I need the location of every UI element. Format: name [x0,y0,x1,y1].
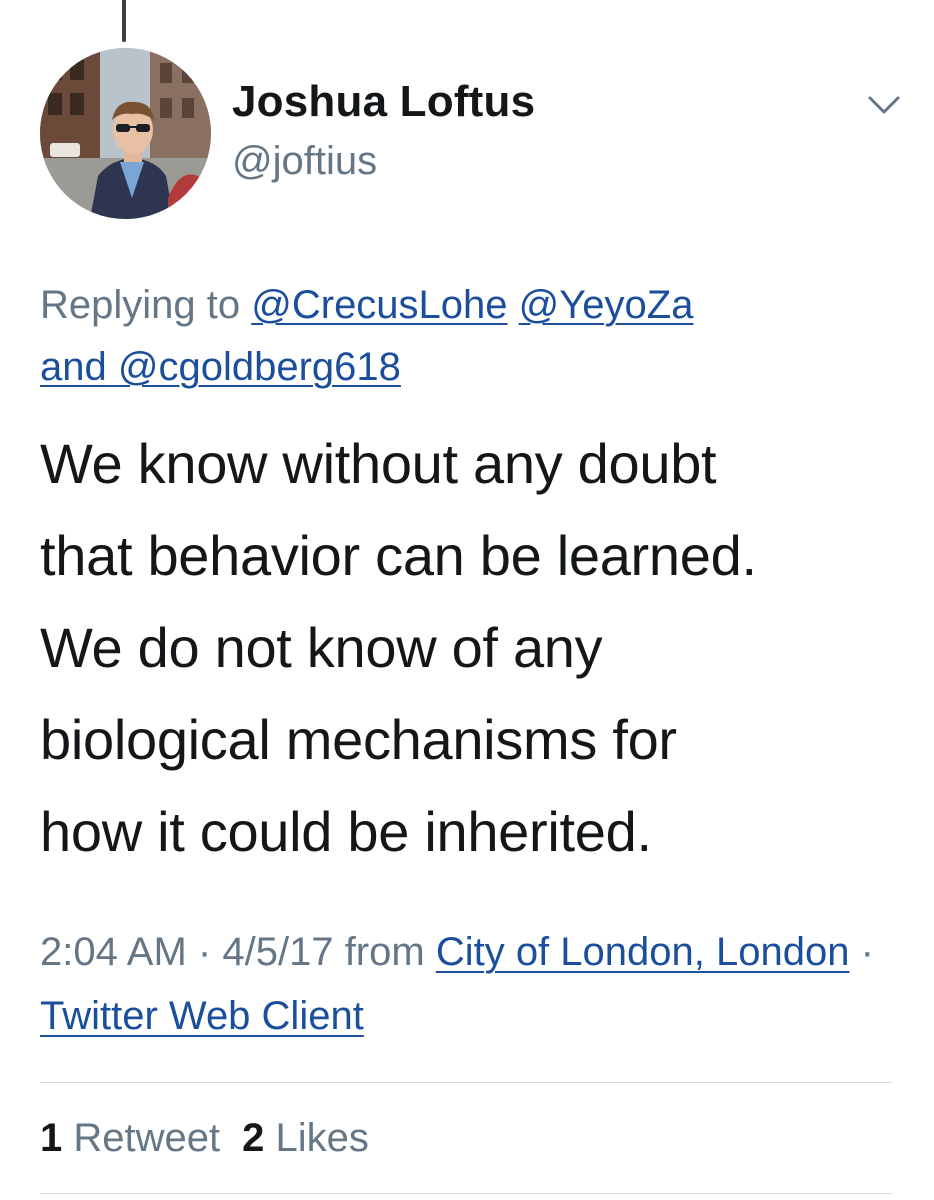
retweets-stat[interactable]: 1 Retweet [40,1116,220,1160]
mention-link[interactable]: @YeyoZa [519,283,694,327]
chevron-down-icon[interactable] [866,92,902,120]
retweets-label: Retweet [73,1116,221,1160]
tweet-text-line: how it could be inherited. [40,800,652,863]
tweet-time: 2:04 AM [40,930,187,974]
mention-link[interactable]: @CrecusLohe [251,283,507,327]
likes-label: Likes [275,1116,369,1160]
mention-text: @cgoldberg618 [117,345,401,389]
tweet-text-line: biological mechanisms for [40,708,677,771]
likes-stat[interactable]: 2 Likes [242,1116,369,1160]
tweet-meta: 2:04 AM · 4/5/17 from City of London, Lo… [40,920,900,1048]
thread-connector-line [122,0,126,42]
tweet-text-line: We know without any doubt [40,432,717,495]
retweets-count: 1 [40,1116,63,1160]
replying-to-label: Replying to [40,283,241,327]
avatar-photo [40,48,211,219]
tweet-text: We know without any doubt that behavior … [40,418,910,878]
replying-to: Replying to @CrecusLohe @YeyoZa and @cgo… [40,274,900,398]
client-link[interactable]: Twitter Web Client [40,994,364,1038]
from-label: from [344,930,425,974]
avatar[interactable] [40,48,211,219]
conjunction-text: and [40,345,107,389]
tweet-detail-page: Joshua Loftus @joftius Replying to @Crec… [0,0,934,1200]
author-name[interactable]: Joshua Loftus [232,76,535,128]
divider [40,1193,892,1194]
tweet-text-line: We do not know of any [40,616,603,679]
mention-and-link[interactable]: and @cgoldberg618 [40,345,401,389]
author-handle[interactable]: @joftius [232,137,377,185]
tweet-date: 4/5/17 [222,930,334,974]
divider [40,1082,892,1083]
meta-separator: · [860,930,874,974]
likes-count: 2 [242,1116,265,1160]
tweet-stats: 1 Retweet 2 Likes [40,1112,369,1164]
tweet-text-line: that behavior can be learned. [40,524,757,587]
meta-separator: · [197,930,212,974]
location-link[interactable]: City of London, London [436,930,850,974]
